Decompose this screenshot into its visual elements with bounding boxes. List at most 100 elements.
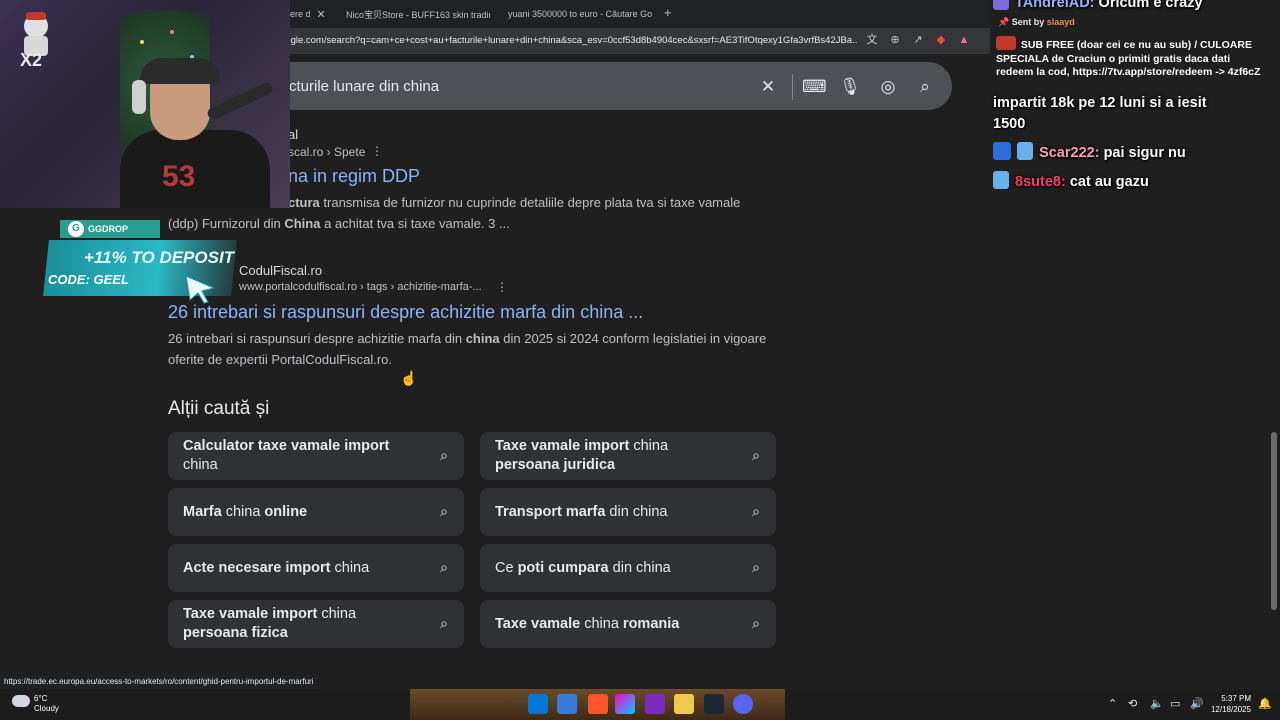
more-options-icon[interactable]: ⋮ [371, 144, 383, 158]
user-badge-icon [993, 0, 1009, 10]
windows-start-icon[interactable] [528, 694, 548, 714]
tab-nico-store[interactable]: Nico宝贝Store - BUFF163 skin tradin [340, 3, 490, 25]
status-bar-url: https://trade.ec.europa.eu/access-to-mar… [0, 675, 318, 689]
weather-desc: Cloudy [34, 704, 59, 713]
chat-username: Scar222: [1039, 145, 1100, 161]
related-search-chip[interactable]: Marfa china online ⌕ [168, 488, 464, 536]
notification-icon[interactable]: 🔔 [1258, 697, 1272, 710]
search-icon[interactable]: ⌕ [914, 76, 936, 98]
weather-widget[interactable]: 6°C Cloudy [34, 694, 59, 714]
related-search-chip[interactable]: Taxe vamale import china persoana juridic… [480, 432, 776, 480]
ggdrop-logo-icon: G [68, 221, 84, 237]
webcam-overlay: 53 X2 [0, 0, 290, 208]
microphone-arm [205, 80, 275, 122]
volume-icon[interactable]: 🔊 [1190, 697, 1204, 710]
search-icon: ⌕ [752, 615, 760, 631]
pin-icon: 📌 [998, 17, 1010, 27]
hand-cursor-icon: ☝ [400, 370, 418, 386]
brave-rewards-icon[interactable]: ▲ [956, 32, 972, 48]
new-tab-button[interactable]: + [664, 5, 672, 20]
also-searched-heading: Alții caută și [168, 398, 270, 419]
chevron-up-icon[interactable]: ⌃ [1108, 697, 1117, 710]
search-icon: ⌕ [440, 503, 448, 519]
moderator-badge-icon [993, 142, 1011, 160]
result-title[interactable]: na in regim DDP [288, 166, 420, 187]
sponsor-code: CODE: GEEL [48, 272, 129, 287]
search-icon: ⌕ [440, 559, 448, 575]
related-search-chip[interactable]: Ce poti cumpara din china ⌕ [480, 544, 776, 592]
chat-text: pai sigur nu [1103, 145, 1186, 161]
clock-date: 12/18/2025 [1210, 705, 1251, 714]
keyboard-icon[interactable]: ⌨ [802, 76, 827, 98]
pinned-message: SUB FREE (doar cei ce nu au sub) / CULOA… [996, 36, 1262, 80]
search-icon: ⌕ [440, 615, 448, 631]
logo-text: X2 [20, 50, 43, 70]
tree-light [140, 40, 144, 44]
tab-label: yuani 3500000 to euro - Căutare Goo [508, 9, 652, 19]
clock[interactable]: 5:37 PM 12/18/2025 [1207, 693, 1251, 715]
result-title[interactable]: 26 intrebari si raspunsuri despre achizi… [168, 302, 643, 323]
sponsor-offer: +11% TO DEPOSIT [84, 248, 235, 267]
tab-google-search[interactable]: ere d ✕ [290, 3, 330, 25]
divider [792, 74, 793, 100]
brave-shield-icon[interactable]: ◆ [933, 32, 949, 48]
speaker-icon[interactable]: 🔈 [1150, 697, 1164, 710]
chat-message: TAndreiAD: Oricum e crazy [993, 0, 1203, 14]
more-options-icon[interactable]: ⋮ [496, 280, 508, 294]
close-icon[interactable]: ✕ [317, 8, 326, 21]
cursor-icon [185, 275, 216, 304]
related-search-chip[interactable]: Transport marfa din china ⌕ [480, 488, 776, 536]
result-url[interactable]: www.portalcodulfiscal.ro › tags › achizi… [239, 281, 482, 293]
search-icon: ⌕ [440, 447, 448, 463]
tab-yuani-search[interactable]: yuani 3500000 to euro - Căutare Goo [502, 3, 652, 25]
search-icon: ⌕ [752, 559, 760, 575]
pinned-text: SUB FREE (doar cei ce nu au sub) / CULOA… [996, 39, 1261, 78]
display-icon[interactable]: ▭ [1170, 697, 1180, 710]
result-url[interactable]: scal.ro › Spete [288, 145, 365, 159]
app-icon[interactable] [615, 694, 635, 714]
scrollbar-thumb[interactable] [1271, 432, 1277, 610]
headphones [132, 80, 146, 114]
shirt-logo: 53 [162, 160, 196, 193]
tab-label: Nico宝贝Store - BUFF163 skin tradin [346, 9, 490, 20]
pinned-label: Sent by [1011, 17, 1045, 27]
cloud-icon[interactable] [12, 695, 30, 707]
search-input[interactable]: cturile lunare din china [289, 78, 439, 95]
pinned-header: 📌 Sent by slaayd [998, 17, 1075, 28]
clock-time: 5:37 PM [1221, 694, 1251, 703]
chat-username: TAndreiAD: [1015, 0, 1095, 11]
weather-temp: 6°C [34, 694, 48, 703]
result-snippet: 26 intrebari si raspunsuri despre achizi… [168, 331, 767, 367]
chat-message: 8sute8: cat au gazu [993, 171, 1149, 193]
subscriber-badge-icon [1017, 142, 1034, 160]
microphone-icon[interactable]: 🎙 [839, 76, 861, 98]
task-view-icon[interactable] [557, 694, 577, 714]
tree-light [170, 30, 174, 34]
chat-text: cat au gazu [1069, 174, 1149, 190]
chat-message: impartit 18k pe 12 luni si a iesit 1500 [993, 93, 1207, 135]
file-explorer-icon[interactable] [674, 694, 694, 714]
related-search-chip[interactable]: Taxe vamale china romania ⌕ [480, 600, 776, 648]
chat-message: Scar222: pai sigur nu [993, 142, 1186, 164]
related-search-chip[interactable]: Calculator taxe vamale import china ⌕ [168, 432, 464, 480]
app-icon[interactable] [645, 694, 665, 714]
search-icon: ⌕ [752, 447, 760, 463]
beanie [140, 58, 220, 84]
zoom-icon[interactable]: ⊕ [887, 32, 903, 48]
tab-label: ere d [290, 9, 311, 19]
steam-icon[interactable] [704, 694, 724, 714]
address-bar[interactable]: oogle.com/search?q=cam+ce+cost+au+factur… [280, 31, 858, 51]
related-search-chip[interactable]: Taxe vamale import china persoana fizica … [168, 600, 464, 648]
pinned-user: slaayd [1046, 17, 1075, 27]
discord-icon[interactable] [733, 694, 753, 714]
network-icon[interactable]: ⟲ [1128, 697, 1137, 710]
brave-browser-icon[interactable] [588, 694, 608, 714]
translate-icon[interactable]: 文 [864, 32, 880, 48]
share-icon[interactable]: ↗ [910, 32, 926, 48]
chat-text: impartit 18k pe 12 luni si a iesit [993, 95, 1207, 111]
chat-username: 8sute8: [1015, 174, 1066, 190]
lens-icon[interactable]: ◎ [877, 76, 899, 98]
related-search-chip[interactable]: Acte necesare import china ⌕ [168, 544, 464, 592]
clear-icon[interactable]: ✕ [757, 76, 779, 98]
result-site-name: CodulFiscal.ro [239, 263, 323, 278]
